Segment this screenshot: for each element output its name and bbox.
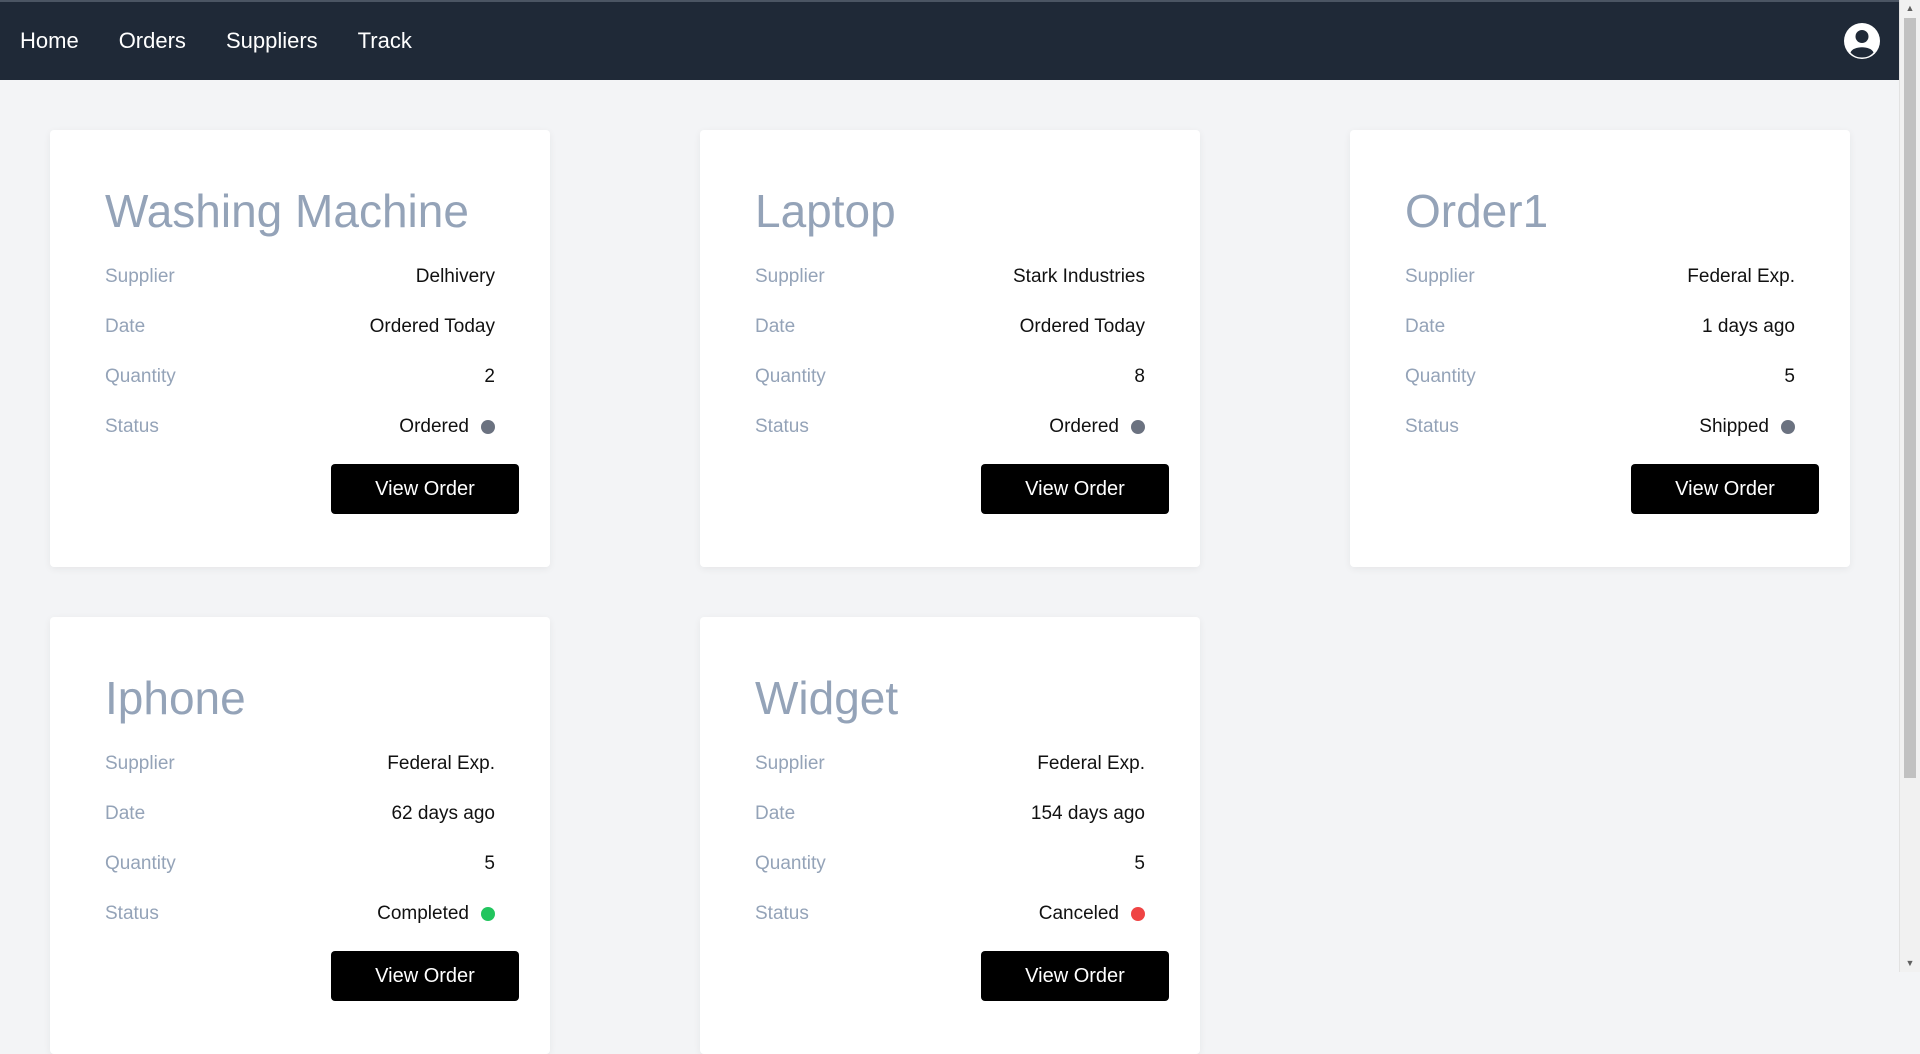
supplier-label: Supplier <box>105 266 175 287</box>
supplier-label: Supplier <box>755 266 825 287</box>
quantity-row: Quantity 5 <box>1405 362 1795 392</box>
status-label: Status <box>105 903 159 924</box>
status-label: Status <box>755 416 809 437</box>
status-dot-icon <box>1781 420 1795 434</box>
quantity-value: 5 <box>1134 853 1145 874</box>
status-row: Status Ordered <box>105 412 495 442</box>
quantity-row: Quantity 5 <box>105 849 495 879</box>
status-text: Completed <box>377 903 469 924</box>
quantity-label: Quantity <box>755 853 826 874</box>
date-value: 62 days ago <box>391 803 495 824</box>
quantity-row: Quantity 5 <box>755 849 1145 879</box>
status-value: Ordered <box>1049 416 1145 438</box>
order-card: Order1 Supplier Federal Exp. Date 1 days… <box>1350 130 1850 567</box>
supplier-value: Stark Industries <box>1013 266 1145 287</box>
status-label: Status <box>755 903 809 924</box>
view-order-button[interactable]: View Order <box>331 464 519 514</box>
supplier-label: Supplier <box>1405 266 1475 287</box>
nav-links: Home Orders Suppliers Track <box>20 2 452 80</box>
scrollbar-thumb[interactable] <box>1904 18 1916 778</box>
supplier-value: Federal Exp. <box>387 753 495 774</box>
page-scrollbar[interactable]: ▲ ▼ <box>1899 0 1920 972</box>
quantity-label: Quantity <box>105 853 176 874</box>
nav-suppliers-link[interactable]: Suppliers <box>226 28 318 54</box>
date-label: Date <box>105 316 146 337</box>
order-card: Iphone Supplier Federal Exp. Date 62 day… <box>50 617 550 1054</box>
view-order-button[interactable]: View Order <box>981 951 1169 1001</box>
supplier-row: Supplier Delhivery <box>105 262 495 292</box>
status-row: Status Canceled <box>755 899 1145 929</box>
view-order-button[interactable]: View Order <box>981 464 1169 514</box>
order-card: Laptop Supplier Stark Industries Date Or… <box>700 130 1200 567</box>
date-row: Date Ordered Today <box>105 312 495 342</box>
date-row: Date 62 days ago <box>105 799 495 829</box>
quantity-label: Quantity <box>755 366 826 387</box>
date-value: Ordered Today <box>369 316 495 337</box>
date-value: Ordered Today <box>1019 316 1145 337</box>
top-navbar: Home Orders Suppliers Track <box>0 0 1899 80</box>
date-label: Date <box>105 803 146 824</box>
date-label: Date <box>755 803 796 824</box>
status-label: Status <box>1405 416 1459 437</box>
status-dot-icon <box>481 420 495 434</box>
view-order-button[interactable]: View Order <box>1631 464 1819 514</box>
status-value: Completed <box>377 903 495 925</box>
order-title: Widget <box>755 672 899 724</box>
status-value: Ordered <box>399 416 495 438</box>
status-text: Canceled <box>1038 903 1119 924</box>
order-title: Laptop <box>755 185 896 237</box>
date-row: Date 1 days ago <box>1405 312 1795 342</box>
status-dot-icon <box>1131 420 1145 434</box>
order-card: Washing Machine Supplier Delhivery Date … <box>50 130 550 567</box>
order-card: Widget Supplier Federal Exp. Date 154 da… <box>700 617 1200 1054</box>
status-value: Canceled <box>1039 903 1145 925</box>
quantity-row: Quantity 8 <box>755 362 1145 392</box>
quantity-row: Quantity 2 <box>105 362 495 392</box>
quantity-value: 5 <box>1784 366 1795 387</box>
quantity-label: Quantity <box>1405 366 1476 387</box>
supplier-value: Federal Exp. <box>1687 266 1795 287</box>
supplier-label: Supplier <box>105 753 175 774</box>
status-value: Shipped <box>1699 416 1795 438</box>
nav-track-link[interactable]: Track <box>358 28 412 54</box>
status-text: Shipped <box>1699 416 1769 437</box>
nav-home-link[interactable]: Home <box>20 28 79 54</box>
scroll-down-arrow-icon[interactable]: ▼ <box>1900 955 1920 972</box>
supplier-row: Supplier Federal Exp. <box>755 749 1145 779</box>
nav-orders-link[interactable]: Orders <box>119 28 186 54</box>
quantity-value: 2 <box>484 366 495 387</box>
supplier-row: Supplier Federal Exp. <box>105 749 495 779</box>
user-account-icon[interactable] <box>1843 22 1881 60</box>
supplier-row: Supplier Stark Industries <box>755 262 1145 292</box>
quantity-value: 5 <box>484 853 495 874</box>
supplier-value: Federal Exp. <box>1037 753 1145 774</box>
view-order-button[interactable]: View Order <box>331 951 519 1001</box>
supplier-label: Supplier <box>755 753 825 774</box>
status-dot-icon <box>481 907 495 921</box>
date-row: Date 154 days ago <box>755 799 1145 829</box>
quantity-label: Quantity <box>105 366 176 387</box>
date-label: Date <box>755 316 796 337</box>
date-label: Date <box>1405 316 1446 337</box>
status-row: Status Shipped <box>1405 412 1795 442</box>
scroll-up-arrow-icon[interactable]: ▲ <box>1900 0 1920 17</box>
status-text: Ordered <box>1049 416 1119 437</box>
date-value: 154 days ago <box>1030 803 1145 824</box>
order-title: Iphone <box>105 672 246 724</box>
supplier-row: Supplier Federal Exp. <box>1405 262 1795 292</box>
status-text: Ordered <box>399 416 469 437</box>
order-title: Order1 <box>1405 185 1549 237</box>
date-row: Date Ordered Today <box>755 312 1145 342</box>
quantity-value: 8 <box>1134 366 1145 387</box>
date-value: 1 days ago <box>1702 316 1795 337</box>
status-label: Status <box>105 416 159 437</box>
status-row: Status Completed <box>105 899 495 929</box>
status-row: Status Ordered <box>755 412 1145 442</box>
supplier-value: Delhivery <box>415 266 495 287</box>
status-dot-icon <box>1131 907 1145 921</box>
order-title: Washing Machine <box>105 185 469 237</box>
